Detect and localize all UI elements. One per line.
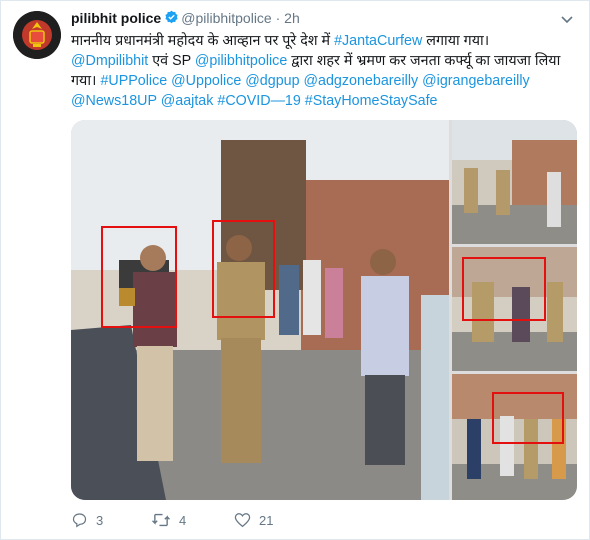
tweet-line-2: @Dmpilibhit एवं SP @pilibhitpolice द्वार… (71, 53, 561, 69)
retweet-button[interactable]: 4 (151, 512, 186, 528)
media-grid (71, 120, 577, 500)
timestamp[interactable]: 2h (284, 10, 300, 26)
highlight-box (101, 226, 177, 328)
highlight-box (492, 392, 564, 444)
handle[interactable]: @pilibhitpolice (181, 10, 271, 26)
heart-icon (234, 513, 251, 528)
police-emblem-icon (13, 11, 61, 59)
highlight-box (462, 257, 546, 321)
reply-button[interactable]: 3 (71, 512, 103, 528)
mentions-links[interactable]: @News18UP @aajtak #COVID—19 #StayHomeSta… (71, 93, 438, 109)
media-photo-3[interactable] (452, 247, 577, 371)
mention-link[interactable]: @pilibhitpolice (195, 53, 287, 69)
reply-icon (72, 513, 87, 528)
retweet-count: 4 (179, 512, 187, 528)
reply-count: 3 (96, 512, 104, 528)
tweet-line-4: @News18UP @aajtak #COVID—19 #StayHomeSta… (71, 91, 571, 111)
tweet-card: pilibhit police @pilibhitpolice · 2h मानन… (0, 0, 590, 540)
mentions-links[interactable]: #UPPolice @Uppolice @dgpup @adgzonebarei… (100, 73, 529, 89)
media-photo-4[interactable] (452, 374, 577, 500)
like-button[interactable]: 21 (234, 512, 273, 528)
verified-badge-icon (164, 10, 179, 28)
mention-link[interactable]: @Dmpilibhit (71, 53, 148, 69)
separator: · (275, 10, 281, 26)
tweet-line-3: गया। #UPPolice @Uppolice @dgpup @adgzone… (71, 73, 530, 89)
like-count: 21 (259, 512, 274, 528)
media-photo-2[interactable] (452, 120, 577, 244)
tweet-actions: 3 4 21 (71, 512, 471, 530)
tweet-line-1: माननीय प्रधानमंत्री महोदय के आव्हान पर प… (71, 33, 490, 49)
highlight-box (212, 220, 275, 318)
tweet-text: माननीय प्रधानमंत्री महोदय के आव्हान पर प… (71, 31, 571, 111)
tweet-header: pilibhit police @pilibhitpolice · 2h (71, 10, 300, 28)
retweet-icon (152, 513, 170, 527)
hashtag-link[interactable]: #JantaCurfew (334, 33, 422, 49)
avatar[interactable] (13, 11, 61, 59)
chevron-down-icon[interactable] (561, 11, 573, 29)
display-name[interactable]: pilibhit police (71, 10, 161, 26)
